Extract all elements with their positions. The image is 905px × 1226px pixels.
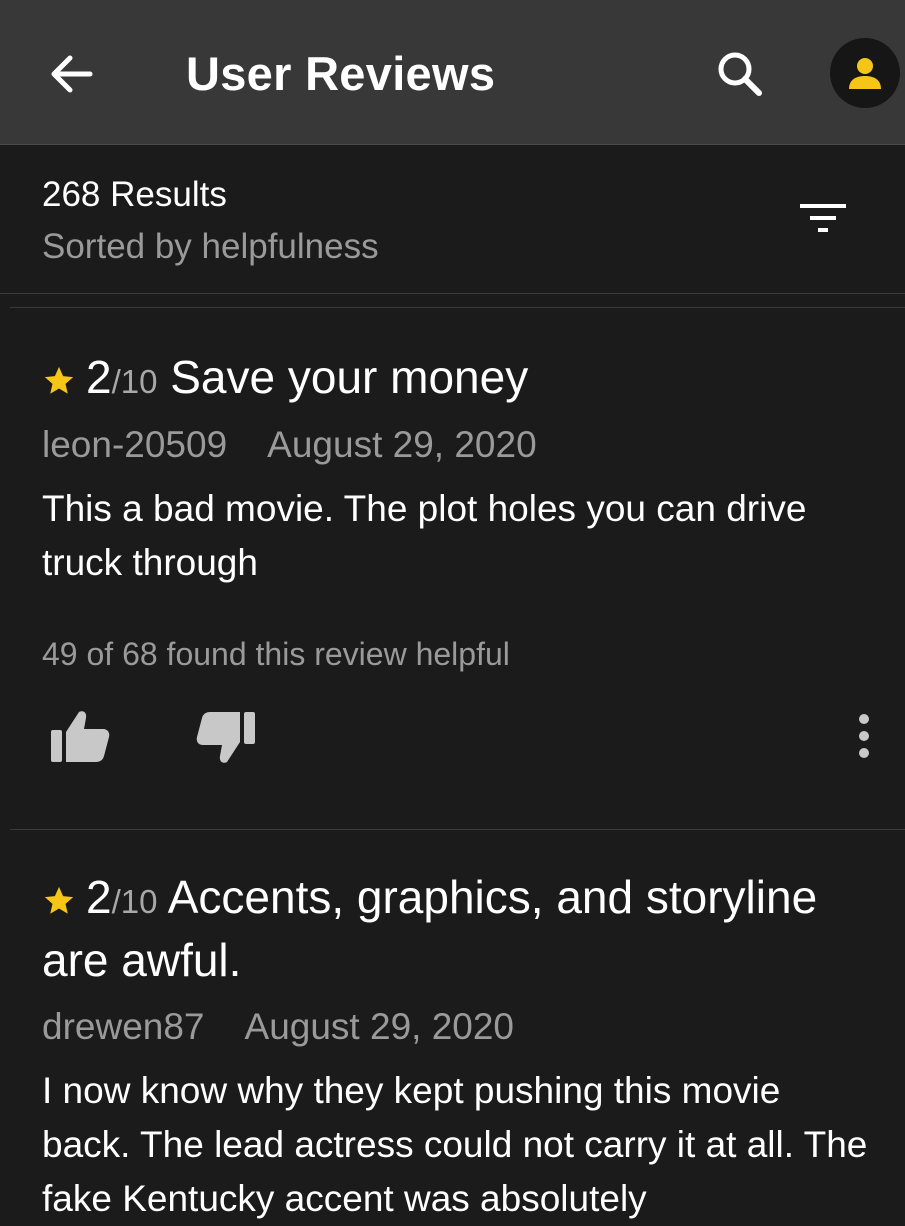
filter-icon [800,204,846,232]
search-icon [718,52,762,96]
search-button[interactable] [710,46,770,102]
back-button[interactable] [44,46,100,102]
review-heading: 2/10 Accents, graphics, and storyline ar… [42,868,882,989]
rating-max: /10 [111,363,158,400]
thumbs-up-icon [51,711,110,762]
results-count: 268 Results [42,175,227,214]
star-icon [44,366,74,394]
sort-label: Sorted by helpfulness [42,227,379,266]
review-meta: drewen87 August 29, 2020 [42,1004,514,1050]
more-options-button[interactable] [832,704,896,768]
thumbs-up-button[interactable] [48,704,112,768]
filter-button[interactable] [790,195,856,243]
page-title: User Reviews [186,47,496,100]
divider [10,307,905,308]
review-author[interactable]: drewen87 [42,1006,205,1047]
review-date: August 29, 2020 [267,424,537,465]
account-button[interactable] [830,38,900,108]
review-body: I now know why they kept pushing this mo… [42,1070,868,1219]
rating-value: 2 [86,871,112,923]
review-heading: 2/10 Save your money [42,348,528,411]
helpful-count: 49 of 68 found this review helpful [42,636,510,672]
star-icon [44,886,74,914]
app-bar: User Reviews [0,0,905,145]
arrow-left-icon [51,55,93,93]
account-icon [849,58,881,89]
divider [10,829,905,830]
review-title: Save your money [170,351,529,403]
rating-max: /10 [111,883,158,920]
results-header: 268 Results Sorted by helpfulness [0,145,905,294]
more-vert-icon [859,714,869,758]
thumbs-down-icon [196,712,255,763]
rating-value: 2 [86,351,112,403]
thumbs-down-button[interactable] [194,706,258,770]
review-author[interactable]: leon-20509 [42,424,227,465]
review-date: August 29, 2020 [244,1006,515,1047]
review-body: This a bad movie. The plot holes you can… [42,488,807,583]
review-meta: leon-20509 August 29, 2020 [42,422,537,468]
review-title: Accents, graphics, and storyline are awf… [42,871,818,986]
